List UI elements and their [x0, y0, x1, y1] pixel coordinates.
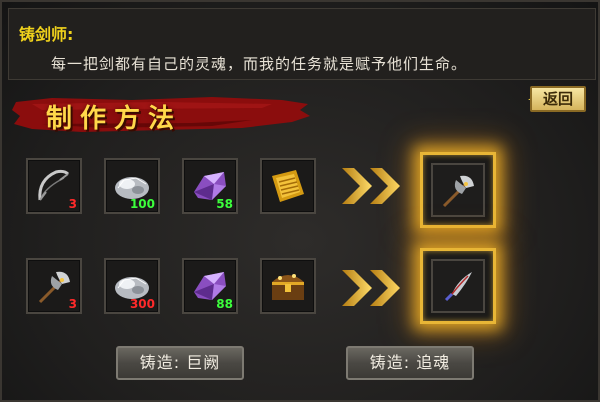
gold-scroll-icon	[272, 170, 304, 202]
material-slot[interactable]: 88	[182, 258, 238, 314]
crafting-window: 铸剑师: 每一把剑都有自己的灵魂，而我的任务就是赋予他们生命。 制作方法 返回 …	[0, 0, 600, 402]
npc-speech: 每一把剑都有自己的灵魂，而我的任务就是赋予他们生命。	[51, 55, 468, 73]
material-slot[interactable]	[260, 158, 316, 214]
material-slot[interactable]: 100	[104, 158, 160, 214]
battle-axe-icon	[442, 175, 474, 208]
forge-button-zhuihun[interactable]: 铸造: 追魂	[346, 346, 474, 380]
back-button[interactable]: 返回	[530, 86, 586, 112]
panel-title: 制作方法	[46, 104, 183, 134]
material-slot[interactable]: 3	[26, 258, 82, 314]
chevron-right-icon	[342, 270, 400, 306]
npc-dialogue-box: 铸剑师: 每一把剑都有自己的灵魂，而我的任务就是赋予他们生命。	[8, 8, 596, 80]
material-count: 300	[129, 297, 155, 311]
craft-result-slot[interactable]	[420, 152, 496, 228]
material-count: 58	[216, 197, 233, 211]
forge-button-juque[interactable]: 铸造: 巨阙	[116, 346, 244, 380]
chevron-right-icon	[342, 168, 400, 204]
material-slot[interactable]: 300	[104, 258, 160, 314]
title-banner: 制作方法	[12, 94, 312, 134]
material-count: 88	[216, 297, 233, 311]
material-slot[interactable]	[260, 258, 316, 314]
material-count: 100	[129, 197, 155, 211]
material-count: 3	[68, 197, 77, 211]
material-slot[interactable]: 58	[182, 158, 238, 214]
material-slot[interactable]: 3	[26, 158, 82, 214]
treasure-chest-icon	[272, 274, 304, 300]
material-count: 3	[68, 297, 77, 311]
curved-blade-icon	[444, 272, 472, 302]
craft-result-slot[interactable]	[420, 248, 496, 324]
npc-name: 铸剑师:	[19, 25, 74, 44]
